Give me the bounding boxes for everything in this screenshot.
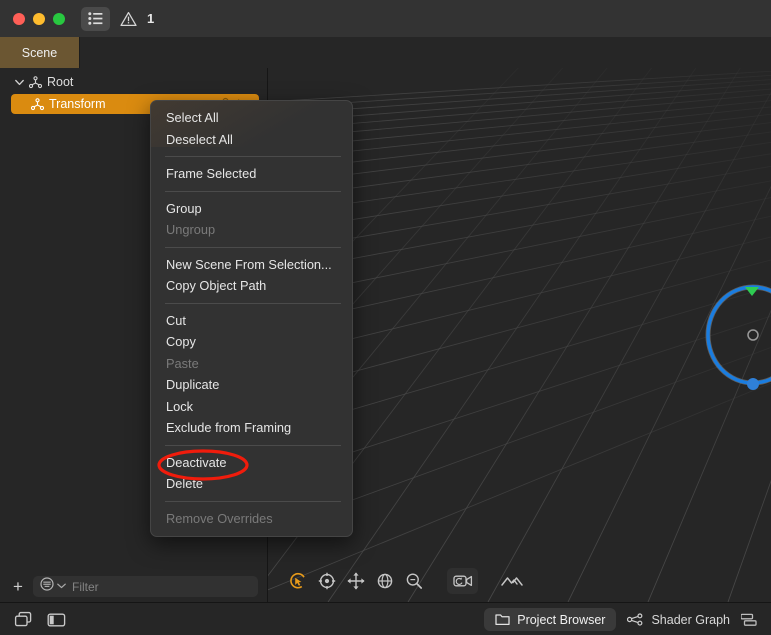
- filter-input[interactable]: Filter: [72, 580, 99, 594]
- rotation-gizmo[interactable]: [681, 270, 771, 400]
- menu-item-label: Deselect All: [166, 131, 233, 147]
- orbit-tool-button[interactable]: [284, 568, 311, 594]
- menu-item-deactivate[interactable]: Deactivate: [151, 452, 352, 474]
- close-button[interactable]: [13, 12, 25, 25]
- timeline-tracks-button[interactable]: [741, 603, 771, 635]
- menu-separator: [165, 156, 341, 157]
- menu-item-copy-object-path[interactable]: Copy Object Path: [151, 275, 352, 297]
- menu-item-label: Exclude from Framing: [166, 420, 292, 436]
- warning-triangle-icon: [119, 11, 137, 26]
- outline-list-icon: [88, 12, 103, 25]
- menu-item-deselect-all[interactable]: Deselect All: [151, 129, 352, 151]
- menu-item-label: Remove Overrides: [166, 510, 273, 526]
- side-panel-toggle[interactable]: [43, 609, 69, 631]
- menu-item-label: New Scene From Selection...: [166, 256, 332, 272]
- menu-item-label: Deactivate: [166, 454, 227, 470]
- menu-item-label: Group: [166, 200, 202, 216]
- zoom-button[interactable]: [53, 12, 65, 25]
- filter-bar[interactable]: Filter: [33, 576, 258, 597]
- window-controls: [13, 12, 65, 25]
- camera-reset-icon: [452, 575, 472, 587]
- menu-item-duplicate[interactable]: Duplicate: [151, 374, 352, 396]
- target-tool-button[interactable]: [313, 568, 340, 594]
- menu-item-delete[interactable]: Delete: [151, 473, 352, 495]
- add-node-label: +: [13, 576, 23, 596]
- shader-graph-button[interactable]: Shader Graph: [616, 608, 741, 631]
- menu-separator: [165, 500, 341, 502]
- menu-item-label: Lock: [166, 398, 194, 414]
- menu-item-label: Frame Selected: [166, 166, 257, 182]
- shader-graph-label: Shader Graph: [651, 612, 730, 627]
- add-node-button[interactable]: +: [5, 576, 31, 598]
- menu-separator: [165, 246, 341, 248]
- project-browser-label: Project Browser: [517, 612, 606, 627]
- node-graph-icon: [28, 75, 42, 89]
- menu-item-ungroup: Ungroup: [151, 219, 352, 241]
- menu-item-cut[interactable]: Cut: [151, 310, 352, 332]
- app-window: 1 Scene Root Transform + Filter Project …: [0, 0, 771, 635]
- status-bar-left: [10, 609, 69, 631]
- menu-separator: [165, 444, 341, 446]
- tree-row-transform-label: Transform: [49, 97, 106, 111]
- menu-item-new-scene-from-selection[interactable]: New Scene From Selection...: [151, 254, 352, 276]
- side-panel-icon: [47, 613, 65, 626]
- magnifier-icon: [406, 573, 422, 589]
- status-bar: Project Browser Shader Graph: [0, 602, 771, 635]
- menu-item-label: Ungroup: [166, 222, 216, 238]
- menu-item-label: Duplicate: [166, 377, 220, 393]
- pan-globe-tool-button[interactable]: [371, 568, 398, 594]
- chevron-down-icon[interactable]: [57, 582, 66, 591]
- terrain-tool-button[interactable]: [498, 568, 525, 594]
- menu-item-group[interactable]: Group: [151, 198, 352, 220]
- tree-row-root-label: Root: [47, 75, 74, 89]
- menu-item-lock[interactable]: Lock: [151, 396, 352, 418]
- node-graph-icon: [30, 97, 44, 111]
- menu-item-label: Copy: [166, 334, 196, 350]
- outline-list-toggle[interactable]: [81, 6, 110, 31]
- menu-item-label: Cut: [166, 312, 186, 328]
- viewport-toolbar: [284, 566, 527, 596]
- outliner-footer: + Filter: [0, 571, 268, 602]
- move-arrows-icon: [346, 572, 365, 590]
- menu-separator: [165, 302, 341, 304]
- menu-item-frame-selected[interactable]: Frame Selected: [151, 163, 352, 185]
- minimize-button[interactable]: [33, 12, 45, 25]
- orbit-cursor-icon: [289, 573, 305, 589]
- menu-item-exclude-from-framing[interactable]: Exclude from Framing: [151, 417, 352, 439]
- target-icon: [318, 572, 335, 590]
- menu-separator: [165, 190, 341, 192]
- menu-item-remove-overrides: Remove Overrides: [151, 508, 352, 530]
- zoom-tool-button[interactable]: [400, 568, 427, 594]
- tab-scene-label: Scene: [21, 45, 58, 60]
- camera-reset-tool-button[interactable]: [447, 568, 478, 594]
- mountains-icon: [500, 577, 523, 586]
- globe-icon: [377, 573, 392, 589]
- shader-nodes-icon: [627, 613, 643, 626]
- menu-item-label: Paste: [166, 355, 199, 371]
- context-menu[interactable]: Select All Deselect All Frame Selected G…: [150, 100, 353, 537]
- menu-item-copy[interactable]: Copy: [151, 331, 352, 353]
- folder-icon: [495, 614, 510, 626]
- gizmo-handle-top[interactable]: [745, 287, 759, 296]
- menu-item-label: Copy Object Path: [166, 278, 267, 294]
- warning-indicator[interactable]: [116, 7, 140, 31]
- move-tool-button[interactable]: [342, 568, 369, 594]
- menu-item-label: Select All: [166, 110, 219, 126]
- layers-panel-toggle[interactable]: [10, 609, 36, 631]
- menu-item-label: Delete: [166, 476, 203, 492]
- project-browser-button[interactable]: Project Browser: [484, 608, 617, 631]
- filter-icon[interactable]: [40, 577, 54, 596]
- status-bar-right: Project Browser Shader Graph: [484, 603, 771, 635]
- warning-count: 1: [147, 11, 155, 26]
- title-bar: 1: [0, 0, 771, 37]
- timeline-tracks-icon: [741, 613, 757, 626]
- layers-panel-icon: [14, 611, 31, 627]
- tab-scene[interactable]: Scene: [0, 37, 80, 68]
- chevron-down-icon[interactable]: [14, 77, 25, 88]
- menu-item-select-all[interactable]: Select All: [151, 107, 352, 129]
- tab-strip: Scene: [0, 37, 771, 68]
- gizmo-handle-bottom[interactable]: [747, 378, 759, 390]
- menu-item-paste: Paste: [151, 353, 352, 375]
- tree-row-root[interactable]: Root: [0, 72, 267, 92]
